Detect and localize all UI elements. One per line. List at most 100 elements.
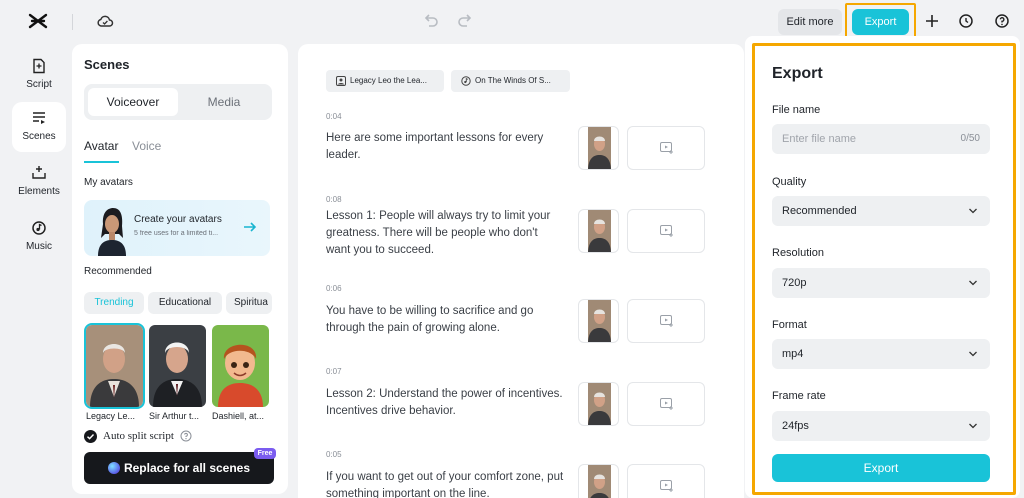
add-media-slot[interactable] <box>627 209 705 253</box>
avatar-name: Dashiell, at... <box>212 411 265 421</box>
avatar-pill-label: Legacy Leo the Lea... <box>350 76 427 85</box>
chevron-down-icon <box>969 423 977 429</box>
scene-duration: 0:08 <box>326 195 342 204</box>
chip-spiritual[interactable]: Spiritua <box>226 292 272 314</box>
help-icon[interactable] <box>180 430 192 442</box>
add-media-slot[interactable] <box>627 464 705 498</box>
create-avatar-subtitle: 5 free uses for a limited ti... <box>134 230 219 237</box>
tab-voiceover[interactable]: Voiceover <box>88 88 178 116</box>
export-top-button[interactable]: Export <box>852 9 909 35</box>
avatar-thumb-dashiell[interactable] <box>212 325 269 407</box>
create-avatar-card[interactable]: Create your avatars 5 free uses for a li… <box>84 200 270 256</box>
file-name-field[interactable]: 0/50 <box>772 124 990 154</box>
scene-script-text[interactable]: Here are some important lessons for ever… <box>326 130 564 164</box>
chip-educational[interactable]: Educational <box>148 292 222 314</box>
rail-item-label: Scenes <box>22 131 56 142</box>
section-label: My avatars <box>84 177 133 188</box>
char-count: 0/50 <box>960 133 980 144</box>
rail-item-label: Script <box>26 79 52 90</box>
plus-icon[interactable] <box>924 13 940 29</box>
avatar-thumb-legacy[interactable] <box>84 323 145 409</box>
scenes-icon <box>33 112 45 124</box>
quality-select[interactable]: Recommended <box>772 196 990 226</box>
add-media-icon <box>660 142 673 154</box>
scene-duration: 0:05 <box>326 450 342 459</box>
resolution-select[interactable]: 720p <box>772 268 990 298</box>
add-media-slot[interactable] <box>627 299 705 343</box>
scene-duration: 0:07 <box>326 367 342 376</box>
avatar-pill[interactable]: Legacy Leo the Lea... <box>326 70 444 92</box>
export-button[interactable]: Export <box>772 454 990 482</box>
file-name-input[interactable] <box>782 124 952 154</box>
capcut-logo-icon[interactable] <box>28 12 50 32</box>
music-icon <box>32 221 46 235</box>
scene-duration: 0:06 <box>326 284 342 293</box>
chevron-down-icon <box>969 351 977 357</box>
avatar-thumb-sir-arthur[interactable] <box>149 325 206 407</box>
tab-avatar[interactable]: Avatar <box>84 139 118 153</box>
add-media-slot[interactable] <box>627 126 705 170</box>
free-badge: Free <box>254 448 276 459</box>
add-media-icon <box>660 398 673 410</box>
tab-media[interactable]: Media <box>180 88 268 116</box>
add-media-icon <box>660 480 673 492</box>
avatar-woman-image <box>92 204 132 256</box>
scene-script-text[interactable]: Lesson 2: Understand the power of incent… <box>326 386 564 420</box>
quality-value: Recommended <box>782 205 857 217</box>
script-icon <box>33 58 45 74</box>
add-media-icon <box>660 225 673 237</box>
arrow-right-icon <box>244 222 257 232</box>
rail-item-script[interactable]: Script <box>12 50 66 100</box>
rail-item-elements[interactable]: Elements <box>12 157 66 207</box>
format-value: mp4 <box>782 348 804 360</box>
frame-rate-select[interactable]: 24fps <box>772 411 990 441</box>
music-pill-label: On The Winds Of S... <box>475 76 551 85</box>
scene-script-text[interactable]: You have to be willing to sacrifice and … <box>326 303 564 337</box>
export-title: Export <box>772 65 823 82</box>
avatar-name: Legacy Le... <box>86 411 136 421</box>
music-disc-icon <box>461 76 471 86</box>
quality-label: Quality <box>772 176 807 188</box>
edit-more-button[interactable]: Edit more <box>778 9 842 35</box>
scene-script-text[interactable]: If you want to get out of your comfort z… <box>326 469 564 498</box>
music-pill[interactable]: On The Winds Of S... <box>451 70 570 92</box>
avatar-card-icon <box>336 76 346 86</box>
scene-avatar-thumb[interactable] <box>578 209 619 253</box>
script-panel: Legacy Leo the Lea... On The Winds Of S.… <box>298 44 744 498</box>
elements-icon <box>32 166 46 179</box>
format-select[interactable]: mp4 <box>772 339 990 369</box>
undo-icon[interactable] <box>422 12 440 30</box>
add-media-slot[interactable] <box>627 382 705 426</box>
scene-avatar-thumb[interactable] <box>578 464 619 498</box>
cloud-sync-icon[interactable] <box>96 12 114 30</box>
scene-script-text[interactable]: Lesson 1: People will always try to limi… <box>326 208 564 259</box>
tab-voice[interactable]: Voice <box>132 139 161 153</box>
chevron-down-icon <box>969 208 977 214</box>
frame-rate-value: 24fps <box>782 420 809 432</box>
help-icon[interactable] <box>994 13 1010 29</box>
rail-item-scenes[interactable]: Scenes <box>12 102 66 152</box>
auto-split-checkbox[interactable] <box>84 430 97 443</box>
scene-duration: 0:04 <box>326 112 342 121</box>
rail-item-music[interactable]: Music <box>12 212 66 262</box>
chip-trending[interactable]: Trending <box>84 292 144 314</box>
replace-all-scenes-button[interactable]: Replace for all scenes <box>84 452 274 484</box>
panel-title: Scenes <box>84 57 130 72</box>
scenes-panel: Scenes Voiceover Media Avatar Voice My a… <box>72 44 288 494</box>
redo-icon[interactable] <box>456 12 474 30</box>
scene-avatar-thumb[interactable] <box>578 126 619 170</box>
resolution-value: 720p <box>782 277 807 289</box>
auto-split-label: Auto split script <box>103 430 174 442</box>
rail-item-label: Elements <box>18 186 60 197</box>
avatar-name: Sir Arthur t... <box>149 411 200 421</box>
active-tab-underline <box>84 161 119 163</box>
section-label: Recommended <box>84 266 152 277</box>
file-name-label: File name <box>772 104 821 116</box>
scene-avatar-thumb[interactable] <box>578 382 619 426</box>
history-icon[interactable] <box>958 13 974 29</box>
create-avatar-title: Create your avatars <box>134 214 222 225</box>
scene-avatar-thumb[interactable] <box>578 299 619 343</box>
ai-orb-icon <box>107 462 120 474</box>
replace-label: Replace for all scenes <box>123 461 251 475</box>
divider <box>72 14 73 30</box>
